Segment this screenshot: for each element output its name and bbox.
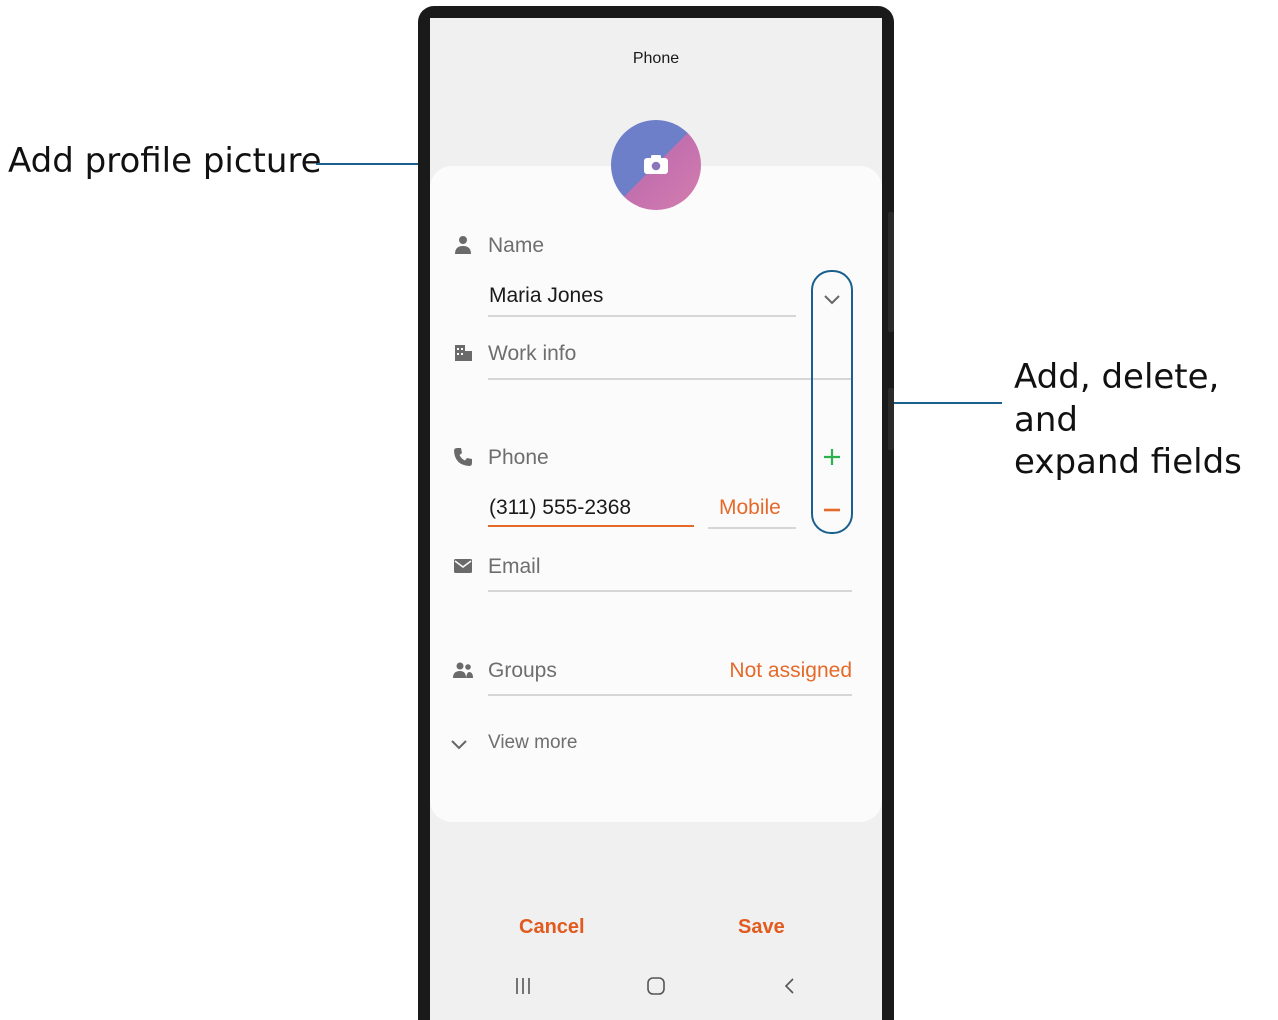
groups-underline [488, 694, 852, 696]
profile-picture-button[interactable] [611, 120, 701, 210]
phone-number-input[interactable]: (311) 555-2368 [489, 496, 631, 520]
email-underline [488, 590, 852, 592]
camera-icon [644, 155, 668, 174]
phone-label: Phone [488, 446, 549, 469]
field-controls-highlight [811, 270, 853, 534]
building-icon [455, 345, 472, 361]
groups-icon [453, 662, 473, 678]
name-label: Name [488, 234, 545, 257]
phone-type-dropdown[interactable]: Mobile [719, 496, 781, 520]
email-field[interactable]: Email [488, 555, 541, 579]
cancel-button[interactable]: Cancel [519, 916, 585, 939]
home-icon[interactable] [646, 976, 666, 996]
app-title: Phone [632, 50, 680, 67]
chevron-down-icon [451, 740, 467, 750]
name-input[interactable]: Maria Jones [489, 284, 603, 308]
phone-type-underline [708, 527, 796, 529]
recents-icon[interactable] [513, 977, 533, 995]
person-icon [455, 236, 471, 254]
work-info-underline [488, 378, 852, 380]
phone-number-underline [488, 525, 694, 527]
back-icon[interactable] [781, 976, 797, 996]
envelope-icon [454, 559, 472, 573]
callout-fields: Add, delete, and expand fields [1014, 356, 1278, 484]
name-underline [488, 315, 796, 317]
phone-icon [454, 448, 472, 466]
callout-fields-line1: Add, delete, and [1014, 357, 1220, 440]
callout-fields-line2: expand fields [1014, 442, 1242, 482]
view-more-label: View more [488, 732, 578, 753]
groups-value[interactable]: Not assigned [729, 659, 852, 683]
phone-side-button-upper [888, 212, 894, 332]
phone-side-button-lower [888, 388, 894, 450]
work-info-field[interactable]: Work info [488, 342, 576, 366]
save-button[interactable]: Save [738, 916, 785, 939]
groups-label: Groups [488, 659, 557, 682]
callout-add-profile-picture: Add profile picture [8, 141, 322, 181]
view-more-button[interactable]: View more [450, 732, 650, 762]
